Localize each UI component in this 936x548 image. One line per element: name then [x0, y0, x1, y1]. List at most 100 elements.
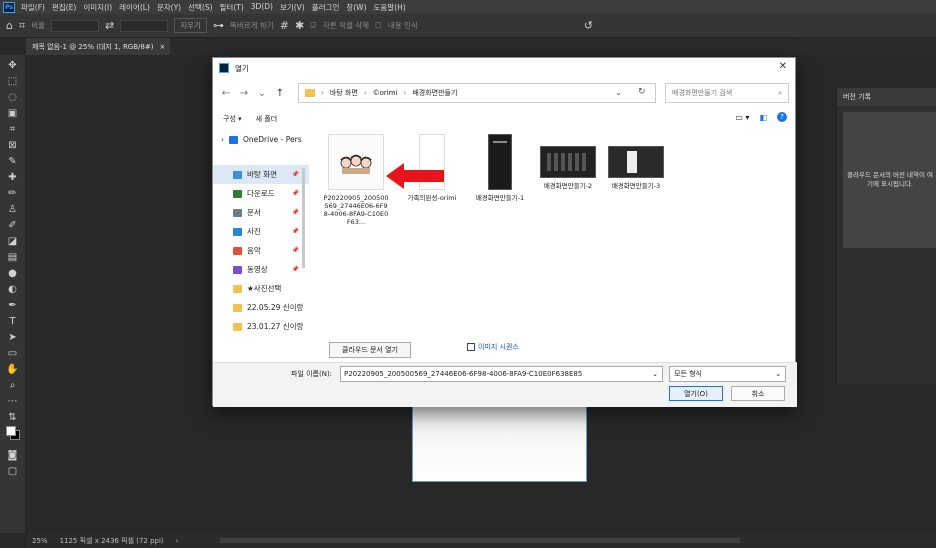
content-aware-checkbox[interactable]: ☐ [375, 21, 382, 30]
menu-item[interactable]: 파일(F) [21, 2, 45, 13]
horizontal-scrollbar[interactable] [220, 538, 741, 543]
nav-item[interactable]: 문서 📌 [213, 203, 309, 222]
nav-item[interactable]: 동영상 📌 [213, 260, 309, 279]
move-tool-icon[interactable]: ✥ [4, 57, 22, 73]
healing-tool-icon[interactable]: ✚ [4, 169, 22, 185]
ratio-width-field[interactable] [51, 19, 99, 32]
nav-item[interactable]: 바탕 화면 📌 [213, 165, 309, 184]
menu-item[interactable]: 필터(T) [220, 2, 244, 13]
chevron-down-icon[interactable]: ⌄ [652, 370, 658, 378]
search-input[interactable]: 배경화면만들기 검색 ⌕ [665, 83, 789, 103]
menu-item[interactable]: 보기(V) [280, 2, 305, 13]
nav-item[interactable]: 22.05.29 신이랑 [213, 298, 309, 317]
pen-tool-icon[interactable]: ✒ [4, 297, 22, 313]
type-tool-icon[interactable]: T [4, 313, 22, 329]
cancel-button[interactable]: 취소 [731, 386, 785, 401]
filename-input[interactable]: P20220905_200500569_27446E06-6F98-4006-8… [340, 366, 663, 382]
home-icon[interactable]: ⌂ [6, 19, 13, 32]
nav-item[interactable]: 다운로드 📌 [213, 184, 309, 203]
nav-scrollbar[interactable] [302, 168, 305, 268]
nav-item[interactable]: 사진 📌 [213, 222, 309, 241]
view-mode-icon[interactable]: ▭ ▾ [735, 113, 749, 122]
quick-mask-icon[interactable]: ◙ [4, 447, 22, 463]
menu-item[interactable]: 선택(S) [188, 2, 212, 13]
filetype-select[interactable]: 모든 형식 ⌄ [669, 366, 786, 382]
zoom-tool-icon[interactable]: ⌕ [4, 377, 22, 393]
status-chevron-icon[interactable]: › [176, 537, 179, 545]
gradient-tool-icon[interactable]: ▤ [4, 249, 22, 265]
eraser-tool-icon[interactable]: ◪ [4, 233, 22, 249]
menu-item[interactable]: 3D(D) [251, 2, 273, 13]
menu-item[interactable]: 편집(E) [52, 2, 76, 13]
swap-icon[interactable]: ⇄ [105, 19, 114, 32]
eyedropper-tool-icon[interactable]: ✎ [4, 153, 22, 169]
menu-item[interactable]: 문자(Y) [157, 2, 181, 13]
crop-tool-icon[interactable]: ⌗ [19, 19, 25, 33]
address-bar[interactable]: › 바탕 화면 › ©orimi › 배경화면만들기 [298, 83, 656, 103]
screen-mode-icon[interactable]: ▢ [4, 463, 22, 479]
more-tools-icon[interactable]: ⋯ [4, 393, 22, 409]
breadcrumb-orimi[interactable]: ©orimi [373, 89, 398, 97]
swap-colors-icon[interactable]: ⇅ [4, 409, 22, 425]
gear-icon[interactable]: ✱ [295, 19, 304, 32]
undo-icon[interactable]: ↺ [584, 19, 593, 32]
menu-item[interactable]: 플러그인 [312, 2, 340, 13]
shape-tool-icon[interactable]: ▭ [4, 345, 22, 361]
dodge-tool-icon[interactable]: ◐ [4, 281, 22, 297]
back-arrow-icon[interactable]: ← [217, 88, 235, 99]
document-tab[interactable]: 제목 없음-1 @ 25% (대지 1, RGB/8#) × [26, 38, 170, 55]
menu-item[interactable]: 이미지(I) [83, 2, 112, 13]
chevron-right-icon[interactable]: › [221, 135, 224, 144]
grid-overlay-icon[interactable]: # [280, 19, 289, 32]
file-item[interactable]: 배경화면만들기-2 [535, 134, 601, 190]
straighten-icon[interactable]: ⊶ [213, 19, 224, 32]
open-cloud-documents-button[interactable]: 클라우드 문서 열기 [329, 342, 411, 358]
marquee-tool-icon[interactable]: ⬚ [4, 73, 22, 89]
breadcrumb-desktop[interactable]: 바탕 화면 [330, 88, 358, 98]
up-arrow-icon[interactable]: ↑ [271, 88, 289, 99]
open-button[interactable]: 열기(O) [669, 386, 723, 401]
nav-item[interactable]: › OneDrive - Pers [213, 130, 309, 149]
stamp-tool-icon[interactable]: ♙ [4, 201, 22, 217]
delete-pixels-checkbox[interactable]: ☑ [310, 21, 317, 30]
menu-item[interactable]: 레이어(L) [119, 2, 150, 13]
zoom-level[interactable]: 25% [32, 537, 48, 545]
brush-tool-icon[interactable]: ✏ [4, 185, 22, 201]
new-folder-button[interactable]: 새 폴더 [256, 114, 278, 124]
close-icon[interactable]: × [159, 43, 165, 51]
artboard-canvas[interactable] [412, 406, 587, 482]
refresh-icon[interactable]: ↻ [638, 87, 646, 97]
clear-button[interactable]: 지우기 [174, 18, 207, 33]
breadcrumb-current[interactable]: 배경화면만들기 [412, 88, 457, 98]
nav-item[interactable]: 23.01.27 신이랑 [213, 317, 309, 336]
help-icon[interactable]: ? [777, 112, 787, 122]
object-select-tool-icon[interactable]: ▣ [4, 105, 22, 121]
frame-tool-icon[interactable]: ⊠ [4, 137, 22, 153]
file-item[interactable]: 배경화면만들기-1 [467, 134, 533, 202]
crop-tool-icon[interactable]: ⌗ [4, 121, 22, 137]
organize-button[interactable]: 구성 ▾ [223, 114, 242, 124]
file-item[interactable]: 배경화면만들기-3 [603, 134, 669, 190]
lasso-tool-icon[interactable]: ◌ [4, 89, 22, 105]
straighten-label[interactable]: 똑바르게 하기 [230, 20, 274, 31]
image-sequence-checkbox[interactable] [467, 343, 475, 351]
ratio-label[interactable]: 비율 [31, 20, 45, 31]
preview-pane-icon[interactable]: ◧ [759, 113, 767, 122]
file-item[interactable]: P20220905_200500569_27446E06-6F98-4006-8… [323, 134, 389, 226]
menu-item[interactable]: 창(W) [346, 2, 366, 13]
chevron-down-icon[interactable]: ⌄ [253, 88, 271, 99]
close-icon[interactable]: ✕ [779, 61, 787, 72]
history-brush-icon[interactable]: ✐ [4, 217, 22, 233]
ratio-height-field[interactable] [120, 19, 169, 32]
blur-tool-icon[interactable]: ● [4, 265, 22, 281]
forward-arrow-icon[interactable]: → [235, 88, 253, 99]
hand-tool-icon[interactable]: ✋ [4, 361, 22, 377]
image-sequence-option[interactable]: 이미지 시퀀스 [467, 342, 519, 352]
color-swatches[interactable] [4, 425, 22, 441]
menu-item[interactable]: 도움말(H) [374, 2, 406, 13]
nav-item[interactable]: 음악 📌 [213, 241, 309, 260]
path-select-tool-icon[interactable]: ➤ [4, 329, 22, 345]
nav-item[interactable]: ★사진선택 [213, 279, 309, 298]
address-dropdown-icon[interactable]: ⌄ [615, 88, 622, 97]
version-history-tab[interactable]: 버전 기록 [837, 88, 936, 106]
